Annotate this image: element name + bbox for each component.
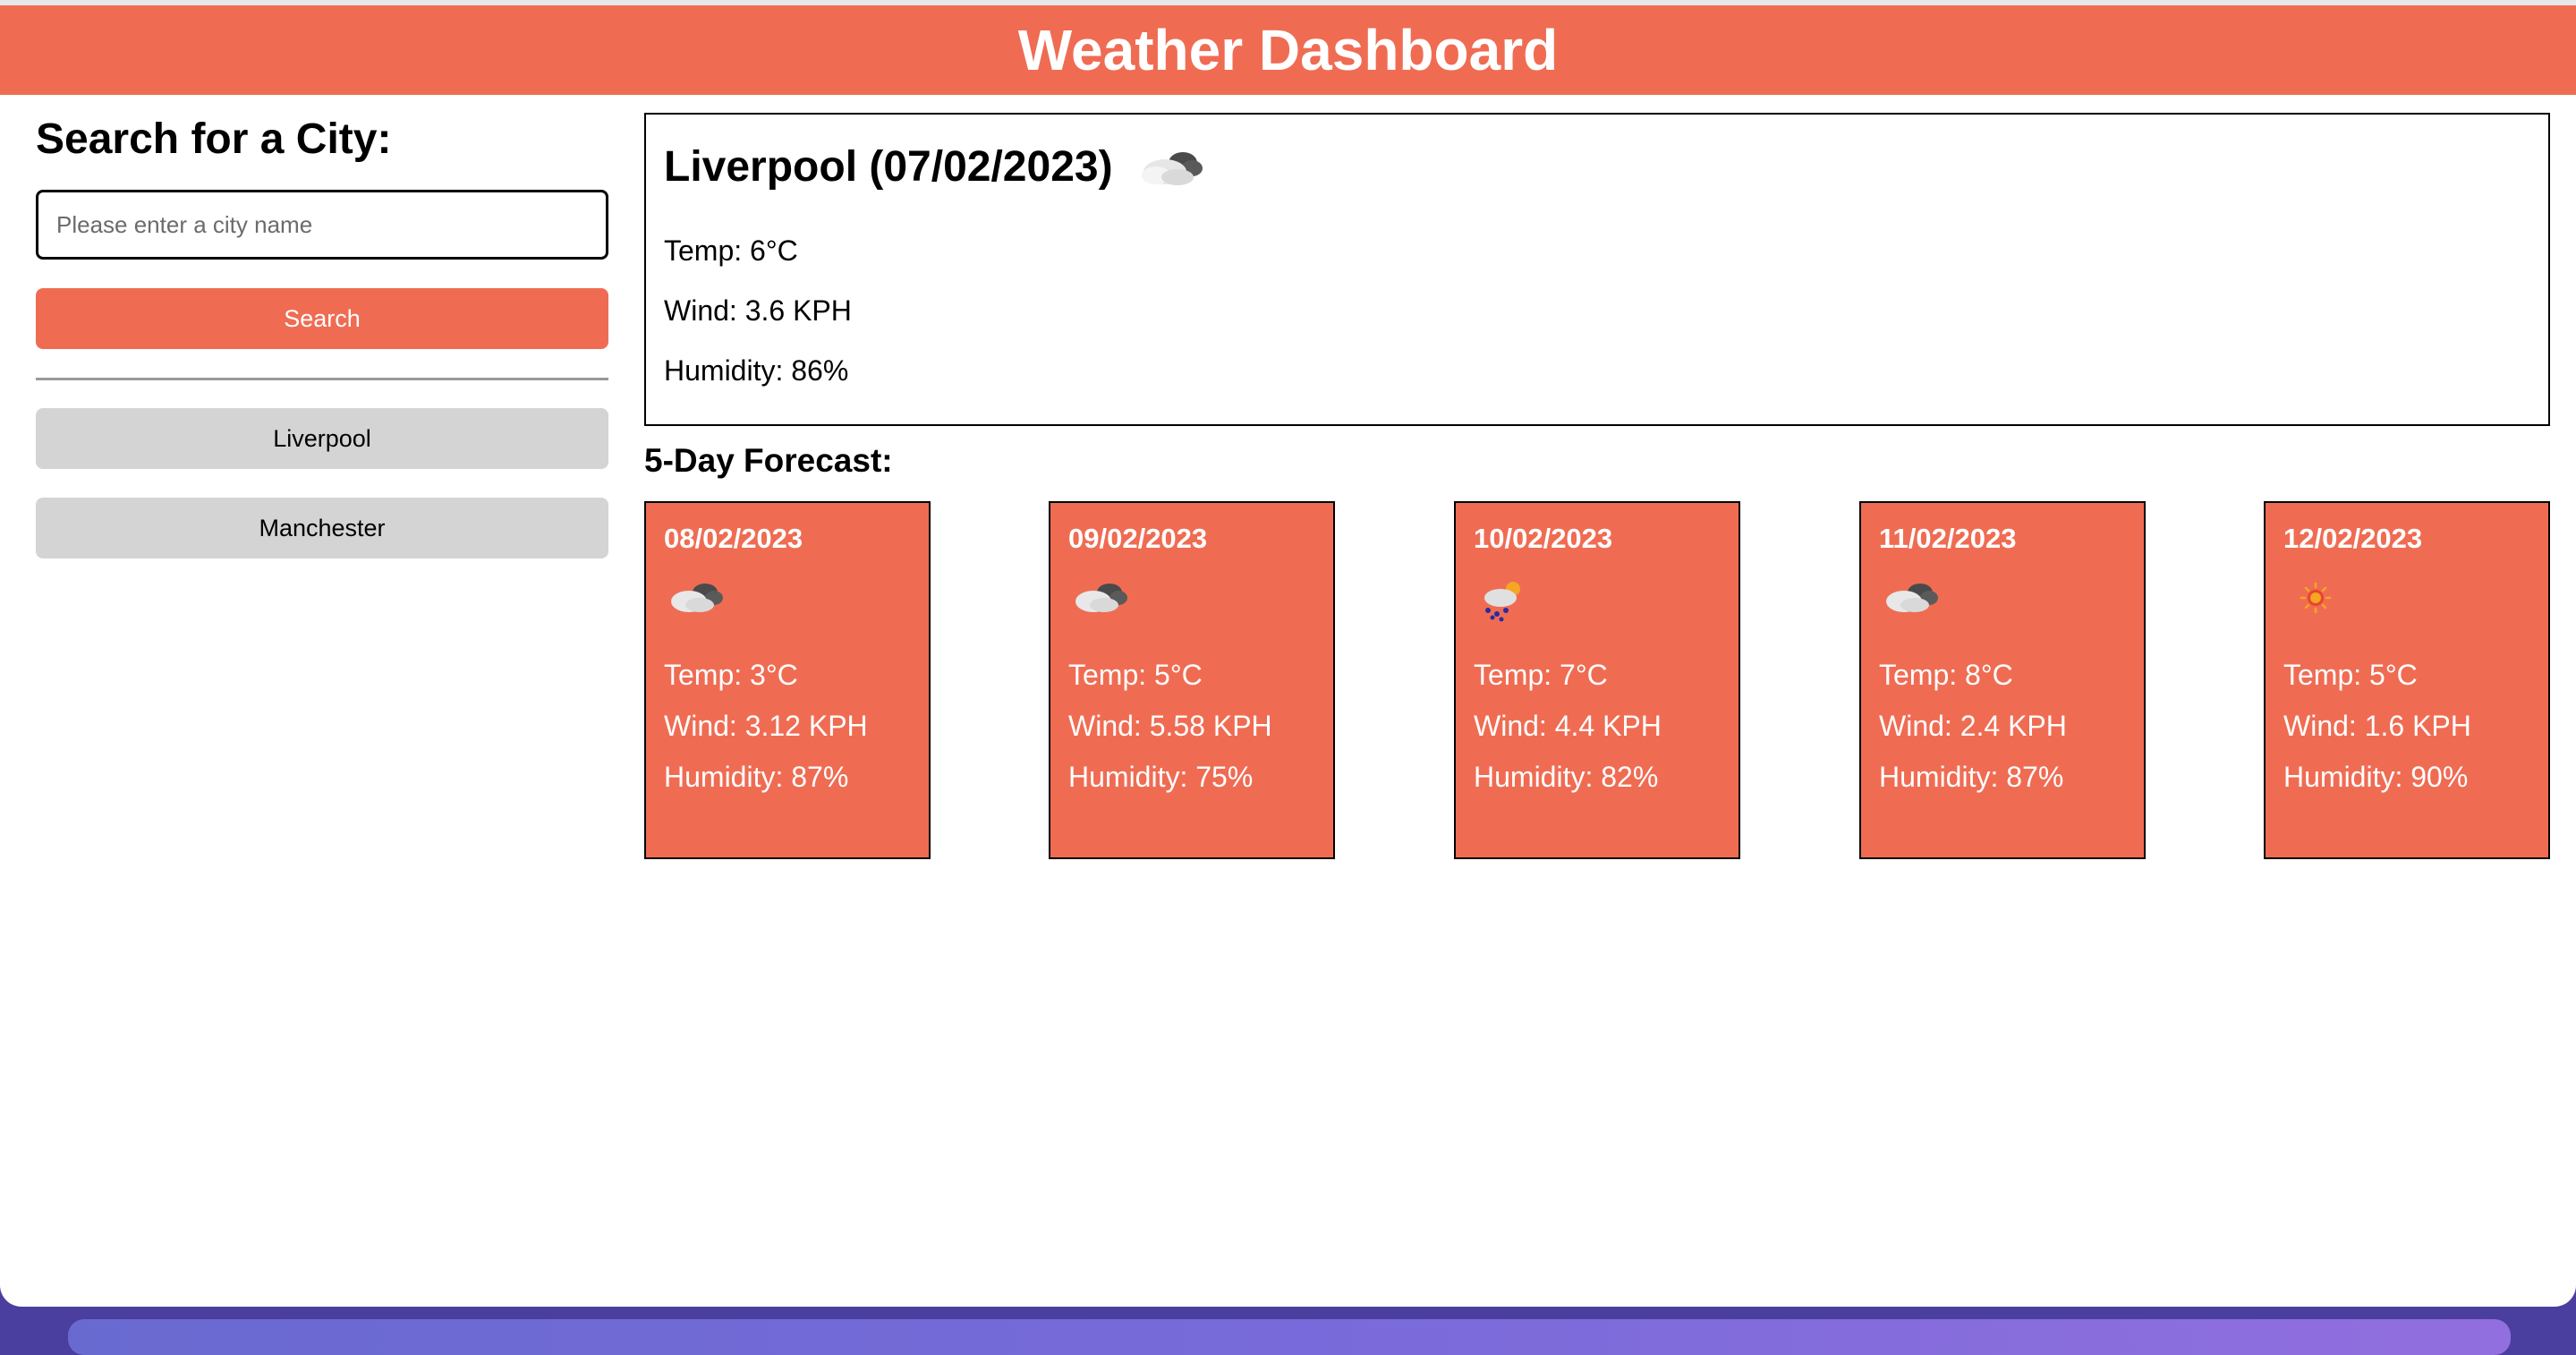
forecast-date: 11/02/2023 bbox=[1879, 523, 2017, 554]
os-dock bbox=[68, 1319, 2511, 1355]
forecast-wind: Wind: 2.4 KPH bbox=[1879, 710, 2067, 742]
forecast-heading: 5-Day Forecast: bbox=[644, 442, 893, 479]
rain-sun-icon bbox=[1484, 582, 1520, 622]
forecast-temp: Temp: 7°C bbox=[1474, 659, 1608, 691]
forecast-wind: Wind: 5.58 KPH bbox=[1068, 710, 1272, 742]
forecast-date: 12/02/2023 bbox=[2283, 523, 2423, 554]
forecast-date: 08/02/2023 bbox=[664, 523, 803, 554]
history-button-liverpool[interactable]: Liverpool bbox=[36, 408, 608, 469]
search-heading: Search for a City: bbox=[36, 115, 392, 163]
forecast-temp: Temp: 8°C bbox=[1879, 659, 2013, 691]
current-temp: Temp: 6°C bbox=[664, 234, 798, 267]
page-header: Weather Dashboard bbox=[0, 5, 2576, 95]
forecast-wind: Wind: 3.12 KPH bbox=[664, 710, 868, 742]
history-button-manchester[interactable]: Manchester bbox=[36, 498, 608, 558]
page-title: Weather Dashboard bbox=[1017, 18, 1559, 82]
sidebar-divider bbox=[36, 378, 608, 380]
cloudy-icon bbox=[1886, 584, 1938, 612]
cloudy-icon bbox=[671, 584, 723, 612]
current-city-date: Liverpool (07/02/2023) bbox=[664, 142, 1113, 191]
cloudy-icon bbox=[1075, 584, 1127, 612]
forecast-card: 10/02/2023 Temp: 7°C Wind: 4.4 KPH Humid… bbox=[1454, 501, 1740, 859]
city-search-input[interactable] bbox=[36, 190, 608, 260]
forecast-humidity: Humidity: 82% bbox=[1474, 761, 1659, 793]
search-sidebar: Search for a City: Search Liverpool Manc… bbox=[36, 107, 608, 558]
current-weather-title: Liverpool (07/02/2023) bbox=[664, 141, 1208, 192]
forecast-temp: Temp: 3°C bbox=[664, 659, 798, 691]
current-wind: Wind: 3.6 KPH bbox=[664, 294, 852, 327]
forecast-humidity: Humidity: 87% bbox=[1879, 761, 2064, 793]
forecast-date: 10/02/2023 bbox=[1474, 523, 1613, 554]
forecast-card: 11/02/2023 Temp: 8°C Wind: 2.4 KPH Humid… bbox=[1859, 501, 2146, 859]
forecast-humidity: Humidity: 87% bbox=[664, 761, 849, 793]
forecast-wind: Wind: 1.6 KPH bbox=[2283, 710, 2471, 742]
forecast-card: 12/02/2023 Temp: 5°C Wind: 1.6 KPH Humid… bbox=[2264, 501, 2550, 859]
forecast-temp: Temp: 5°C bbox=[2283, 659, 2418, 691]
forecast-wind: Wind: 4.4 KPH bbox=[1474, 710, 1662, 742]
current-humidity: Humidity: 86% bbox=[664, 354, 849, 387]
forecast-date: 09/02/2023 bbox=[1068, 523, 1208, 554]
search-button[interactable]: Search bbox=[36, 288, 608, 349]
forecast-card: 08/02/2023 Temp: 3°C Wind: 3.12 KPH Humi… bbox=[644, 501, 931, 859]
forecast-card: 09/02/2023 Temp: 5°C Wind: 5.58 KPH Humi… bbox=[1049, 501, 1335, 859]
cloudy-icon bbox=[1141, 152, 1203, 185]
forecast-temp: Temp: 5°C bbox=[1068, 659, 1203, 691]
forecast-humidity: Humidity: 90% bbox=[2283, 761, 2469, 793]
current-weather-panel: Liverpool (07/02/2023) Temp: 6°C Wind: 3… bbox=[644, 113, 2550, 426]
forecast-humidity: Humidity: 75% bbox=[1068, 761, 1254, 793]
sun-icon bbox=[2300, 582, 2332, 614]
browser-window: Weather Dashboard Search for a City: Sea… bbox=[0, 0, 2576, 1307]
